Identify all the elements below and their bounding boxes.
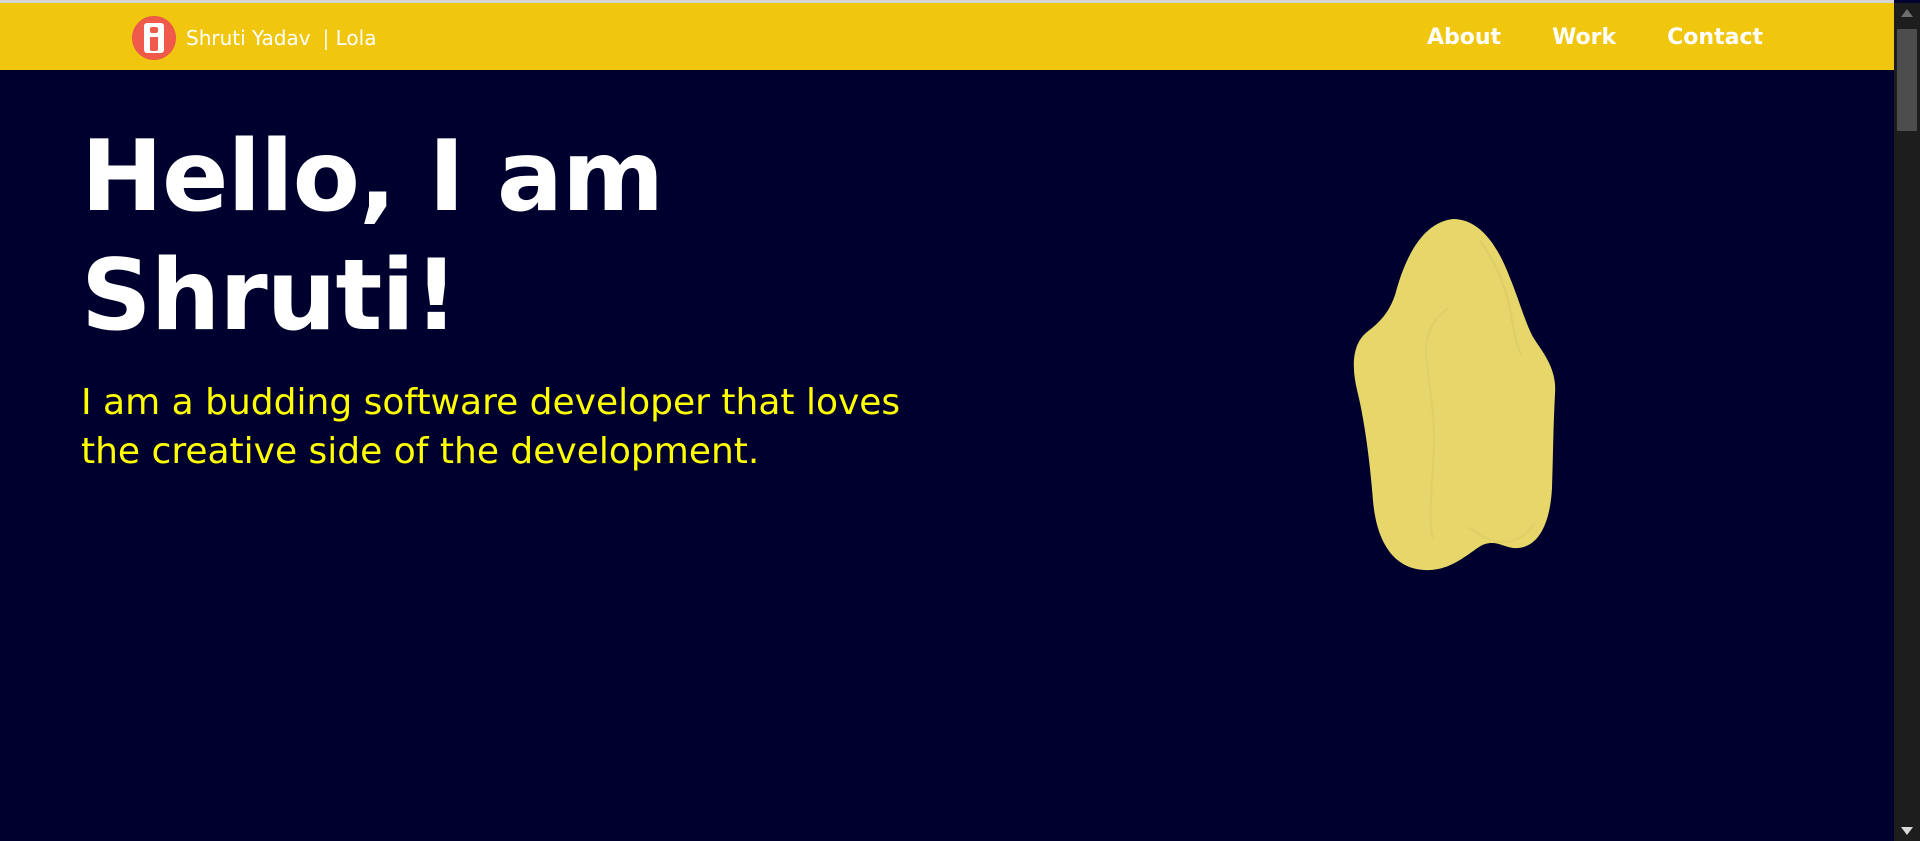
yellow-blob-illustration xyxy=(1353,219,1556,571)
hero-title-line-2: Shruti! xyxy=(81,239,459,353)
brand-suffix: | Lola xyxy=(322,26,377,50)
hero-subtitle: I am a budding software developer that l… xyxy=(81,382,901,472)
scrollbar-thumb[interactable] xyxy=(1897,29,1917,131)
site-header: Shruti Yadav | Lola About Work Contact xyxy=(0,3,1894,70)
chevron-down-icon[interactable] xyxy=(1901,827,1913,835)
nav-work-link[interactable]: Work xyxy=(1552,23,1616,53)
brand-name: Shruti Yadav xyxy=(186,26,311,50)
nav-contact-link[interactable]: Contact xyxy=(1667,23,1763,53)
main-navigation: About Work Contact xyxy=(1427,23,1763,53)
hero-title: Hello, I am Shruti! xyxy=(81,118,981,356)
brand-text[interactable]: Shruti Yadav | Lola xyxy=(186,28,376,48)
blob-shape xyxy=(1353,219,1556,571)
brand-logo-icon[interactable] xyxy=(132,16,176,60)
logo-glyph xyxy=(144,23,164,53)
page-viewport: Shruti Yadav | Lola About Work Contact H… xyxy=(0,0,1920,841)
chevron-up-icon[interactable] xyxy=(1901,9,1913,17)
vertical-scrollbar[interactable] xyxy=(1894,3,1920,841)
brand[interactable]: Shruti Yadav | Lola xyxy=(132,16,376,60)
nav-about-link[interactable]: About xyxy=(1427,23,1501,53)
hero-title-line-1: Hello, I am xyxy=(81,120,664,234)
hero-section: Hello, I am Shruti! I am a budding softw… xyxy=(81,118,981,476)
